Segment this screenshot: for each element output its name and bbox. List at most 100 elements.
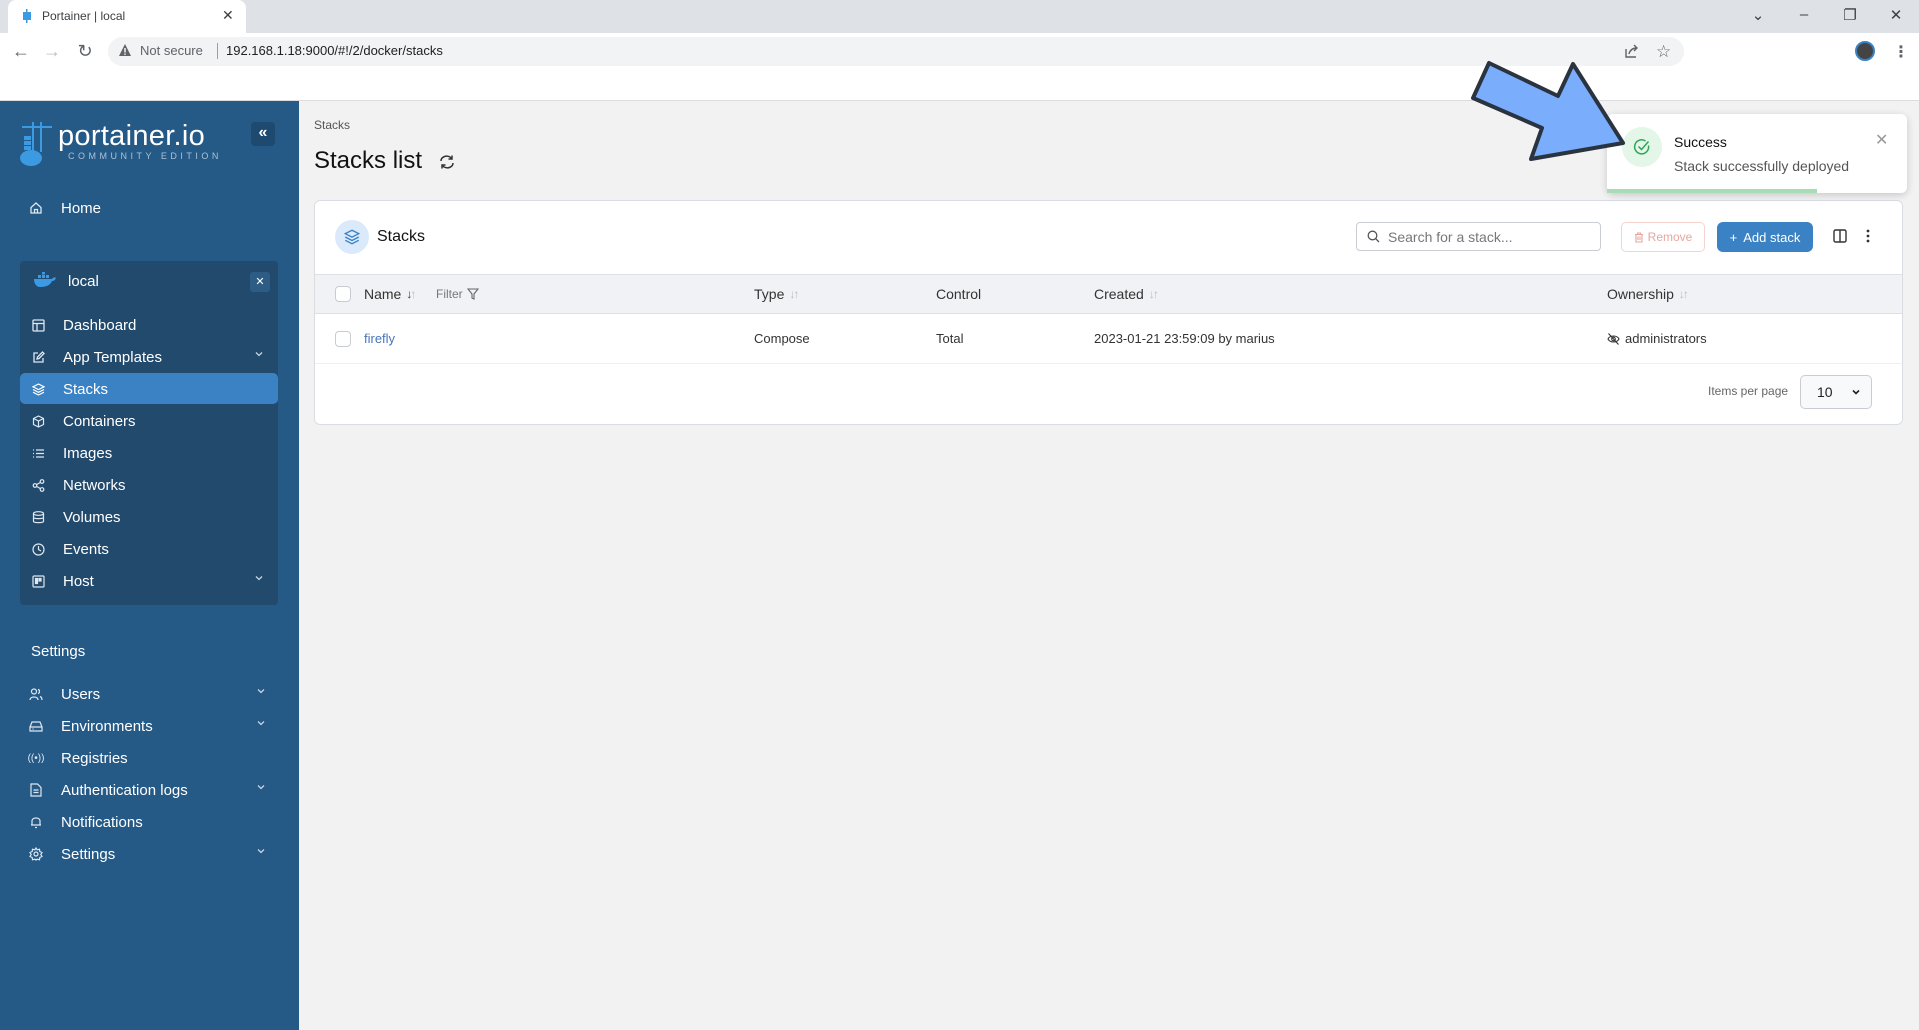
tab-close-icon[interactable]: ✕ [222, 7, 234, 24]
toast-progress-bar [1607, 189, 1817, 193]
collapse-sidebar-button[interactable]: « [251, 122, 275, 146]
sidebar-item-users[interactable]: Users [28, 679, 278, 709]
sidebar-item-notifications[interactable]: Notifications [28, 807, 278, 837]
sidebar-item-settings[interactable]: Settings [28, 839, 278, 869]
sidebar-item-stacks[interactable]: Stacks [30, 374, 280, 404]
sidebar-item-app-templates[interactable]: App Templates [30, 342, 280, 372]
card-title: Stacks [377, 228, 426, 245]
chevron-down-icon[interactable] [256, 718, 266, 728]
bookmark-star-icon[interactable]: ☆ [1656, 42, 1671, 62]
sidebar-item-label: Registries [61, 749, 128, 767]
sidebar-item-label: Networks [63, 476, 126, 494]
sidebar-item-label: Settings [61, 845, 116, 863]
select-all-checkbox[interactable] [335, 286, 351, 302]
stack-name-link[interactable]: firefly [364, 331, 395, 346]
minimize-icon[interactable]: – [1794, 6, 1814, 23]
refresh-icon[interactable] [438, 154, 456, 170]
items-per-page-select[interactable]: 10 [1800, 375, 1872, 409]
stack-control: Total [936, 331, 964, 346]
profile-avatar[interactable] [1855, 41, 1875, 61]
add-stack-label: Add stack [1743, 229, 1801, 245]
search-input[interactable] [1388, 223, 1593, 250]
portainer-logo-icon [18, 120, 52, 168]
sort-icon: ↓↑ [789, 287, 799, 301]
row-checkbox[interactable] [335, 331, 351, 347]
url-divider [217, 43, 218, 59]
filter-label: Filter [436, 287, 463, 301]
columns-icon[interactable] [1833, 229, 1847, 243]
items-per-page-value: 10 [1817, 384, 1833, 400]
forward-icon[interactable]: → [41, 41, 63, 62]
sidebar-item-label: Images [63, 444, 113, 462]
hard-drive-icon [28, 720, 44, 732]
sidebar-item-containers[interactable]: Containers [30, 406, 280, 436]
logo-subtitle: COMMUNITY EDITION [68, 151, 222, 161]
layers-icon [30, 382, 46, 396]
column-label: Created [1094, 286, 1144, 302]
column-label: Type [754, 286, 785, 302]
browser-menu-icon[interactable]: ⋮ [1893, 42, 1909, 62]
tab-search-icon[interactable]: ⌄ [1748, 6, 1768, 24]
sort-icon: ↓↑ [1148, 287, 1159, 301]
breadcrumb: Stacks [314, 118, 351, 132]
more-options-icon[interactable] [1866, 229, 1870, 243]
sidebar-item-authentication-logs[interactable]: Authentication logs [28, 775, 278, 805]
toast-message: Stack successfully deployed [1674, 158, 1850, 174]
sidebar-item-label: App Templates [63, 348, 162, 366]
stack-created: 2023-01-21 23:59:09 by marius [1094, 331, 1275, 346]
clock-icon [30, 542, 46, 556]
url-text[interactable]: 192.168.1.18:9000/#!/2/docker/stacks [226, 43, 443, 58]
sidebar-item-events[interactable]: Events [30, 534, 280, 564]
chevron-down-icon[interactable] [256, 686, 266, 696]
security-label[interactable]: Not secure [140, 43, 203, 58]
server-icon [30, 574, 46, 588]
sidebar-item-label: Environments [61, 717, 153, 735]
column-header-control: Control [936, 286, 981, 302]
warning-icon[interactable] [118, 43, 132, 57]
logo-text: portainer.io [58, 120, 206, 152]
sidebar-item-registries[interactable]: ((•)) Registries [28, 743, 278, 773]
list-icon [30, 447, 46, 460]
column-header-type[interactable]: Type ↓↑ [754, 286, 799, 302]
reload-icon[interactable]: ↻ [74, 41, 96, 62]
window-close-icon[interactable]: ✕ [1886, 6, 1906, 24]
sidebar-item-environments[interactable]: Environments [28, 711, 278, 741]
sidebar-item-label: Host [63, 572, 94, 590]
sidebar-item-networks[interactable]: Networks [30, 470, 280, 500]
search-icon [1367, 230, 1380, 243]
radio-icon: ((•)) [27, 752, 45, 764]
sidebar-item-home[interactable]: Home [28, 193, 278, 223]
sidebar-item-images[interactable]: Images [30, 438, 280, 468]
add-stack-button[interactable]: + Add stack [1717, 222, 1813, 252]
plus-icon: + [1729, 229, 1738, 245]
column-header-created[interactable]: Created ↓↑ [1094, 286, 1159, 302]
chevron-down-icon[interactable] [254, 573, 264, 583]
gear-icon [28, 847, 44, 861]
sidebar-item-label: Volumes [63, 508, 121, 526]
remove-button[interactable]: Remove [1621, 222, 1705, 252]
restore-icon[interactable]: ❐ [1840, 6, 1860, 24]
clear-environment-button[interactable]: ✕ [250, 272, 270, 292]
sidebar-item-dashboard[interactable]: Dashboard [30, 310, 280, 340]
sort-icon: ↓↑ [406, 287, 416, 301]
sidebar-item-label: Containers [63, 412, 136, 430]
environment-name: local [68, 273, 99, 290]
sidebar-item-label: Authentication logs [61, 781, 188, 799]
check-circle-icon [1622, 127, 1662, 167]
filter-button[interactable]: Filter [436, 287, 479, 301]
share-icon[interactable] [1624, 43, 1640, 59]
remove-label: Remove [1647, 230, 1693, 244]
chevron-down-icon[interactable] [254, 349, 264, 359]
chevron-down-icon[interactable] [256, 782, 266, 792]
toast-close-icon[interactable]: ✕ [1875, 130, 1888, 150]
dashboard-icon [30, 318, 46, 332]
page-title: Stacks list [314, 147, 423, 174]
column-header-name[interactable]: Name ↓↑ [364, 286, 416, 302]
column-header-ownership[interactable]: Ownership ↓↑ [1607, 286, 1689, 302]
sidebar-item-volumes[interactable]: Volumes [30, 502, 280, 532]
sidebar-item-label: Stacks [63, 380, 109, 398]
chevron-down-icon[interactable] [256, 846, 266, 856]
sidebar-item-host[interactable]: Host [30, 566, 280, 596]
back-icon[interactable]: ← [10, 41, 32, 62]
stack-name[interactable]: firefly [364, 331, 395, 346]
